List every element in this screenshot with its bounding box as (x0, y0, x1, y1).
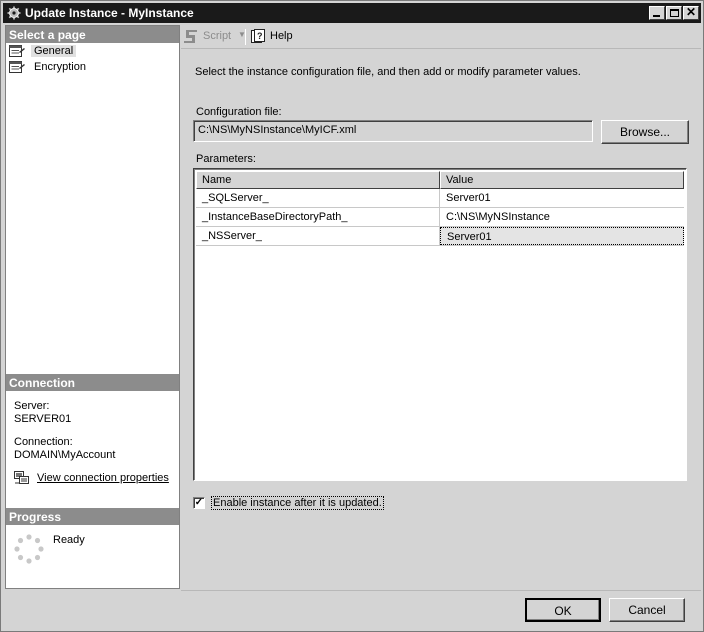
parameter-name-cell[interactable]: _SQLServer_ (196, 189, 440, 207)
cancel-button[interactable]: Cancel (609, 598, 685, 622)
general-page: Select the instance configuration file, … (181, 50, 701, 590)
maximize-button[interactable] (666, 6, 682, 20)
connection-heading: Connection (6, 374, 179, 391)
view-connection-properties-label: View connection properties (37, 472, 169, 484)
browse-button[interactable]: Browse... (601, 120, 689, 144)
help-icon: ? (251, 29, 265, 43)
toolbar: Script ▼ ? Help (181, 25, 701, 49)
minimize-icon (653, 15, 660, 17)
page-item-label: Encryption (34, 61, 86, 73)
window-title: Update Instance - MyInstance (25, 6, 194, 20)
parameters-label: Parameters: (196, 153, 256, 165)
parameter-value-cell[interactable]: Server01 (440, 189, 684, 207)
ok-button[interactable]: OK (525, 598, 601, 622)
checkbox-checked-icon[interactable]: ✓ (193, 497, 205, 509)
column-header-value[interactable]: Value (440, 171, 684, 189)
gear-icon (7, 6, 21, 20)
parameter-value-cell[interactable]: Server01 (440, 227, 684, 245)
progress-heading: Progress (6, 508, 179, 525)
configuration-file-label: Configuration file: (196, 106, 282, 118)
connection-label: Connection: (14, 436, 73, 448)
page-properties-icon (9, 45, 25, 57)
close-button[interactable]: ✕ (683, 6, 699, 20)
parameter-name-cell[interactable]: _InstanceBaseDirectoryPath_ (196, 208, 440, 226)
select-page-heading: Select a page (6, 26, 179, 43)
table-row[interactable]: _NSServer_ Server01 (196, 227, 684, 246)
column-header-name[interactable]: Name (196, 171, 440, 189)
script-label: Script (203, 30, 232, 42)
svg-text:?: ? (257, 31, 263, 41)
dialog-button-bar: OK Cancel (181, 590, 701, 630)
progress-status: Ready (53, 534, 85, 546)
parameter-value-cell[interactable]: C:\NS\MyNSInstance (440, 208, 684, 226)
update-instance-dialog: Update Instance - MyInstance ✕ Select a … (0, 0, 704, 632)
page-item-label: General (31, 45, 77, 57)
table-row[interactable]: _SQLServer_ Server01 (196, 189, 684, 208)
progress-spinner-icon (14, 534, 44, 564)
page-properties-icon (9, 61, 25, 73)
script-icon (184, 30, 197, 43)
toolbar-separator (245, 29, 246, 45)
instructions-text: Select the instance configuration file, … (195, 66, 581, 78)
left-pane: Select a page General Encryption Connect… (5, 25, 180, 589)
minimize-button[interactable] (649, 6, 665, 20)
table-row[interactable]: _InstanceBaseDirectoryPath_ C:\NS\MyNSIn… (196, 208, 684, 227)
help-label: Help (270, 30, 293, 42)
connection-properties-icon (14, 471, 29, 484)
configuration-file-field[interactable]: C:\NS\MyNSInstance\MyICF.xml (193, 120, 593, 142)
close-icon: ✕ (686, 5, 697, 19)
parameter-name-cell[interactable]: _NSServer_ (196, 227, 440, 245)
server-value: SERVER01 (14, 413, 72, 425)
server-label: Server: (14, 400, 50, 412)
title-bar[interactable]: Update Instance - MyInstance ✕ (3, 3, 701, 23)
enable-instance-label: Enable instance after it is updated. (211, 496, 384, 510)
maximize-icon (670, 9, 679, 17)
connection-value: DOMAIN\MyAccount (14, 449, 116, 461)
parameters-grid[interactable]: Name Value _SQLServer_ Server01 _Instanc… (193, 168, 687, 481)
